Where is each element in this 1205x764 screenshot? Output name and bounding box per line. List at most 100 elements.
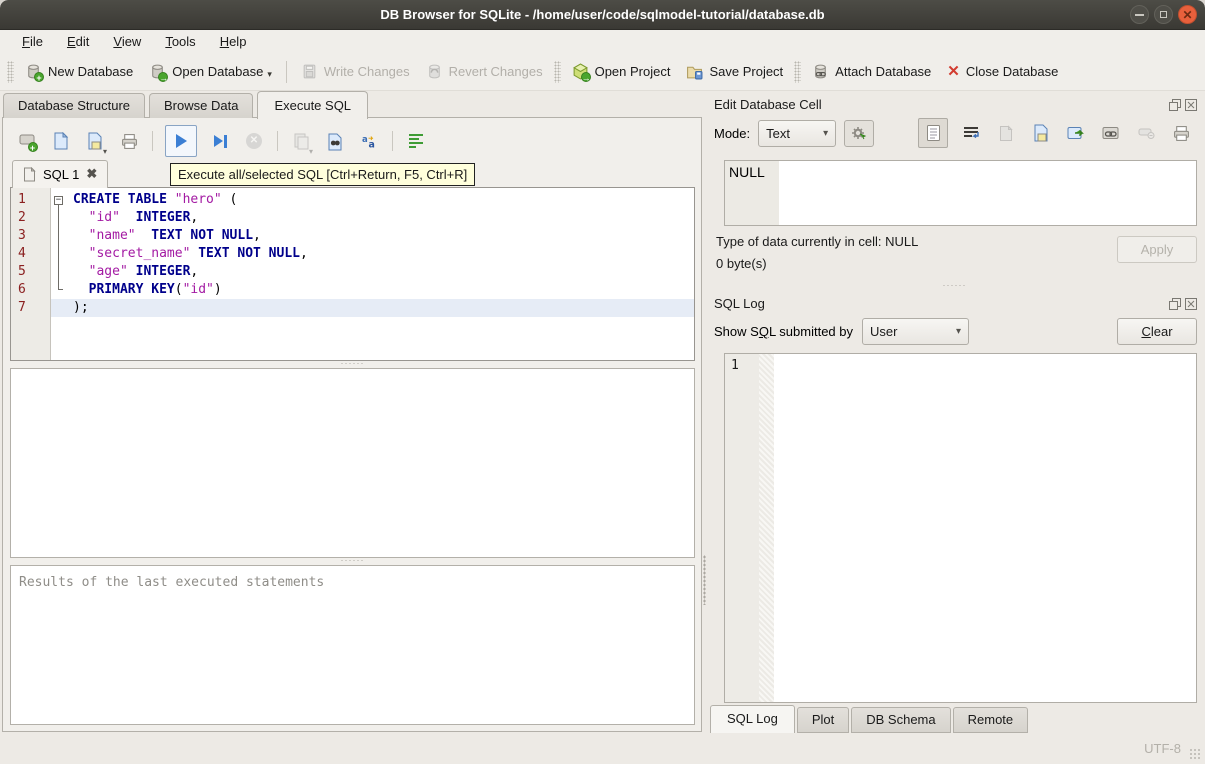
minimize-button[interactable] — [1130, 5, 1149, 24]
tab-plot[interactable]: Plot — [796, 707, 850, 733]
close-database-button[interactable]: ✕ Close Database — [939, 58, 1066, 85]
menu-edit[interactable]: Edit — [55, 32, 101, 52]
find-in-sql-icon — [327, 133, 344, 150]
save-sql-file-button[interactable]: ▾ — [84, 130, 107, 156]
copy-link-button[interactable] — [1099, 121, 1123, 145]
execute-all-button[interactable] — [165, 125, 197, 157]
toolbar-handle[interactable] — [553, 60, 561, 83]
code-line[interactable]: "age" INTEGER, — [51, 263, 694, 281]
clear-log-button[interactable]: Clear — [1117, 318, 1197, 345]
sql-file-tab[interactable]: SQL 1 ✖ — [12, 160, 109, 188]
titlebar[interactable]: DB Browser for SQLite - /home/user/code/… — [0, 0, 1205, 30]
cell-size-info: 0 byte(s) — [716, 256, 767, 271]
sql-toolbar-separator — [277, 131, 278, 151]
pane-splitter[interactable]: ······ — [10, 556, 695, 565]
text-mode-button[interactable] — [918, 118, 948, 148]
dock-vertical-splitter[interactable] — [703, 91, 706, 733]
fold-marker-icon[interactable]: − — [54, 196, 63, 205]
log-fold-margin — [759, 354, 774, 702]
open-database-icon: → — [149, 63, 169, 83]
code-line[interactable]: "id" INTEGER, — [51, 209, 694, 227]
results-grid[interactable] — [10, 368, 695, 558]
print-cell-button[interactable] — [1169, 121, 1193, 145]
execute-current-line-button[interactable] — [209, 130, 231, 152]
word-wrap-button[interactable] — [405, 130, 427, 152]
code-line[interactable]: CREATE TABLE "hero" ( — [51, 191, 694, 209]
close-dock-icon[interactable] — [1185, 297, 1197, 310]
cell-word-wrap-icon — [963, 127, 979, 139]
cell-editor-toolbar — [918, 118, 1197, 148]
open-sql-tab-button[interactable]: + — [16, 130, 38, 153]
save-project-icon — [686, 63, 703, 80]
float-dock-icon[interactable] — [1169, 98, 1181, 111]
cell-value-editor[interactable]: NULL — [724, 160, 1197, 226]
link-icon — [1102, 126, 1119, 139]
menu-view[interactable]: View — [101, 32, 153, 52]
attach-database-button[interactable]: Attach Database — [804, 58, 939, 85]
edit-cell-dock-header: Edit Database Cell — [710, 93, 1199, 115]
sql-log-view[interactable]: 1 — [724, 353, 1197, 703]
format-sql-icon: aa — [361, 133, 378, 149]
tab-sql-log[interactable]: SQL Log — [710, 705, 795, 733]
toolbar-handle[interactable] — [7, 60, 14, 83]
log-source-select[interactable]: User ▾ — [862, 318, 969, 345]
close-sql-tab-icon[interactable]: ✖ — [86, 166, 97, 182]
mode-label: Mode: — [714, 125, 751, 141]
mode-select[interactable]: Text ▾ — [758, 119, 837, 147]
app-window: DB Browser for SQLite - /home/user/code/… — [0, 0, 1205, 764]
menu-tools[interactable]: Tools — [153, 32, 207, 52]
resize-grip[interactable] — [1189, 748, 1202, 761]
open-in-external-button[interactable] — [1064, 121, 1088, 145]
save-project-button[interactable]: Save Project — [678, 58, 791, 85]
auto-switch-mode-button[interactable] — [844, 119, 875, 147]
svg-text:a: a — [361, 134, 367, 144]
export-cell-data-button[interactable] — [1029, 121, 1053, 145]
tab-execute-sql[interactable]: Execute SQL — [257, 91, 369, 119]
results-message-pane[interactable]: Results of the last executed statements — [10, 565, 695, 725]
format-sql-button[interactable]: aa — [358, 130, 380, 152]
code-line[interactable]: "secret_name" TEXT NOT NULL, — [51, 245, 694, 263]
menu-help[interactable]: Help — [208, 32, 259, 52]
tab-database-structure[interactable]: Database Structure — [3, 93, 146, 118]
line-number: 6 — [18, 282, 26, 297]
new-database-button[interactable]: + New Database — [17, 58, 141, 85]
sql-editor[interactable]: 1 2 3 4 5 6 7 − CREATE TABLE "hero" ( "id" INT… — [10, 187, 695, 361]
sql-toolbar-separator — [152, 131, 153, 151]
encoding-indicator[interactable]: UTF-8 — [1144, 741, 1181, 756]
set-null-button — [1134, 121, 1158, 145]
log-line-number: 1 — [725, 354, 759, 702]
toolbar-handle[interactable] — [794, 60, 802, 83]
cell-word-wrap-button[interactable] — [959, 121, 983, 145]
code-line[interactable]: "name" TEXT NOT NULL, — [51, 227, 694, 245]
find-button[interactable] — [324, 130, 346, 152]
code-line[interactable]: PRIMARY KEY("id") — [51, 281, 694, 299]
close-button[interactable]: ✕ — [1178, 5, 1197, 24]
line-number-gutter: 1 2 3 4 5 6 7 — [11, 188, 51, 360]
code-area[interactable]: − CREATE TABLE "hero" ( "id" INTEGER, "n… — [51, 188, 694, 360]
sql-toolbar-separator — [392, 131, 393, 151]
save-menu-caret[interactable]: ▾ — [103, 147, 107, 156]
open-project-icon: → — [572, 63, 591, 83]
main-toolbar: + New Database → Open Database ▾ Write C… — [0, 53, 1205, 91]
open-project-button[interactable]: → Open Project — [564, 58, 679, 85]
tab-remote[interactable]: Remote — [952, 707, 1029, 733]
float-dock-icon[interactable] — [1169, 297, 1181, 310]
sql-toolbar: + ▾ ✕ ▾ a a — [10, 123, 695, 159]
right-panel: Edit Database Cell Mode: Text ▾ NULL Typ… — [706, 91, 1205, 733]
pane-splitter[interactable]: ······ — [10, 359, 695, 368]
open-database-menu-caret[interactable]: ▾ — [267, 69, 272, 80]
toolbar-separator — [285, 60, 287, 83]
tab-browse-data[interactable]: Browse Data — [149, 93, 254, 118]
menu-file[interactable]: File — [10, 32, 55, 52]
code-line[interactable]: ); — [51, 299, 694, 317]
print-button[interactable] — [118, 130, 140, 152]
tab-db-schema[interactable]: DB Schema — [851, 707, 951, 733]
dock-splitter[interactable]: ······ — [710, 281, 1199, 292]
maximize-button[interactable] — [1154, 5, 1173, 24]
close-dock-icon[interactable] — [1185, 98, 1197, 111]
open-sql-file-button[interactable] — [50, 130, 72, 152]
gear-icon — [852, 127, 867, 140]
open-database-button[interactable]: → Open Database ▾ — [141, 58, 280, 85]
write-changes-icon — [301, 63, 318, 80]
sql-log-title: SQL Log — [714, 296, 765, 311]
